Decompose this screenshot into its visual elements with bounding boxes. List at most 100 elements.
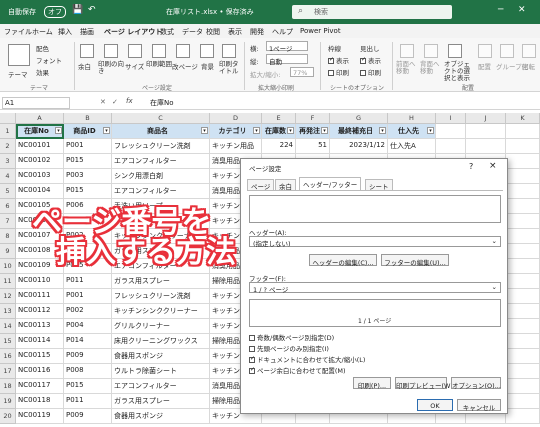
filter-dropdown-icon[interactable]: ▾ bbox=[427, 127, 434, 134]
empty-cell[interactable] bbox=[506, 394, 540, 409]
table-cell[interactable]: P008 bbox=[64, 364, 112, 379]
table-cell[interactable]: P002 bbox=[64, 304, 112, 319]
table-cell[interactable]: フレッシュクリーン洗剤 bbox=[112, 139, 210, 154]
orientation-button[interactable]: 印刷の向き bbox=[98, 61, 128, 75]
table-header-cell[interactable]: 商品名 ▾ bbox=[112, 124, 210, 139]
column-header-e[interactable]: E bbox=[262, 113, 296, 124]
print-preview-button[interactable]: 印刷プレビュー(W) bbox=[395, 377, 453, 390]
empty-cell[interactable] bbox=[436, 139, 466, 154]
table-cell[interactable]: エアコンフィルター bbox=[112, 184, 210, 199]
column-header-d[interactable]: D bbox=[210, 113, 262, 124]
table-cell[interactable]: 仕入先A bbox=[388, 139, 436, 154]
table-cell[interactable]: P009 bbox=[64, 349, 112, 364]
align-margins-checkbox[interactable]: ページ余白に合わせて配置(M) bbox=[249, 365, 346, 375]
filter-dropdown-icon[interactable]: ▾ bbox=[201, 127, 208, 134]
send-backward-button[interactable]: 背面へ移動 bbox=[420, 61, 442, 75]
tab-formulas[interactable]: 数式 bbox=[160, 27, 174, 37]
table-cell[interactable]: NC00119 bbox=[16, 409, 64, 424]
table-cell[interactable]: P015 bbox=[64, 184, 112, 199]
gridlines-view-checkbox[interactable]: 表示 bbox=[328, 55, 349, 65]
selection-pane-button[interactable]: オブジェクトの選択と表示 bbox=[444, 61, 472, 82]
breaks-icon[interactable] bbox=[176, 44, 190, 58]
tab-draw[interactable]: 描画 bbox=[80, 27, 94, 37]
empty-cell[interactable] bbox=[506, 199, 540, 214]
table-cell[interactable]: P015 bbox=[64, 379, 112, 394]
empty-cell[interactable] bbox=[506, 319, 540, 334]
column-header-j[interactable]: J bbox=[466, 113, 506, 124]
filter-dropdown-icon[interactable]: ▾ bbox=[321, 127, 328, 134]
table-header-cell[interactable]: カテゴリ ▾ bbox=[210, 124, 262, 139]
margins-button[interactable]: 余白 bbox=[78, 61, 91, 71]
cancel-entry-icon[interactable]: ✕ bbox=[100, 98, 106, 106]
table-cell[interactable]: NC00117 bbox=[16, 379, 64, 394]
filter-dropdown-icon[interactable]: ▾ bbox=[253, 127, 260, 134]
column-header-b[interactable]: B bbox=[64, 113, 112, 124]
row-header[interactable]: 12 bbox=[0, 289, 16, 304]
tab-home[interactable]: ホーム bbox=[32, 27, 53, 37]
tab-margins[interactable]: 余白 bbox=[275, 179, 296, 191]
table-cell[interactable]: 51 bbox=[296, 139, 330, 154]
table-header-cell[interactable]: 最終補充日 ▾ bbox=[330, 124, 388, 139]
column-header-h[interactable]: H bbox=[388, 113, 436, 124]
headings-view-checkbox[interactable]: 表示 bbox=[360, 55, 381, 65]
table-header-cell[interactable]: 商品ID ▾ bbox=[64, 124, 112, 139]
print-titles-icon[interactable] bbox=[222, 44, 236, 58]
empty-cell[interactable] bbox=[506, 364, 540, 379]
table-cell[interactable]: シンク用漂白剤 bbox=[112, 169, 210, 184]
table-cell[interactable]: 224 bbox=[262, 139, 296, 154]
scale-input[interactable]: 77% bbox=[290, 67, 314, 77]
empty-cell[interactable] bbox=[506, 409, 540, 424]
tab-review[interactable]: 校閲 bbox=[206, 27, 220, 37]
column-header-a[interactable]: A bbox=[16, 113, 64, 124]
table-cell[interactable]: P004 bbox=[64, 319, 112, 334]
table-cell[interactable]: 床用クリーニングワックス bbox=[112, 334, 210, 349]
selection-pane-icon[interactable] bbox=[448, 44, 462, 58]
select-all-corner[interactable] bbox=[0, 113, 16, 124]
table-header-cell[interactable]: 在庫数 ▾ bbox=[262, 124, 296, 139]
table-cell[interactable]: NC00115 bbox=[16, 349, 64, 364]
help-icon[interactable]: ? bbox=[469, 162, 473, 171]
orientation-icon[interactable] bbox=[104, 44, 118, 58]
table-cell[interactable]: P015 bbox=[64, 154, 112, 169]
theme-button[interactable]: テーマ bbox=[8, 69, 28, 79]
first-page-checkbox[interactable]: 先頭ページのみ別指定(I) bbox=[249, 343, 329, 353]
table-header-cell[interactable]: 在庫No ▾ bbox=[16, 124, 64, 139]
formula-input[interactable]: 在庫No bbox=[150, 98, 174, 108]
empty-cell[interactable] bbox=[506, 169, 540, 184]
empty-cell[interactable] bbox=[506, 124, 540, 139]
empty-cell[interactable] bbox=[466, 139, 506, 154]
footer-select[interactable]: 1 / ? ページ ⌄ bbox=[249, 282, 501, 294]
print-area-icon[interactable] bbox=[152, 44, 166, 58]
tab-insert[interactable]: 挿入 bbox=[58, 27, 72, 37]
table-cell[interactable]: NC00118 bbox=[16, 394, 64, 409]
row-header[interactable]: 6 bbox=[0, 199, 16, 214]
empty-cell[interactable] bbox=[506, 214, 540, 229]
row-header[interactable]: 1 bbox=[0, 124, 16, 139]
row-header[interactable]: 18 bbox=[0, 379, 16, 394]
row-header[interactable]: 3 bbox=[0, 154, 16, 169]
table-cell[interactable]: NC00113 bbox=[16, 319, 64, 334]
print-button[interactable]: 印刷(P)... bbox=[353, 377, 391, 390]
table-cell[interactable]: グリルクリーナー bbox=[112, 319, 210, 334]
table-cell[interactable]: エアコンフィルター bbox=[112, 379, 210, 394]
scale-with-doc-checkbox[interactable]: ドキュメントに合わせて拡大/縮小(L) bbox=[249, 354, 365, 364]
row-header[interactable]: 8 bbox=[0, 229, 16, 244]
table-cell[interactable]: ガラス用スプレー bbox=[112, 274, 210, 289]
tab-data[interactable]: データ bbox=[182, 27, 203, 37]
fonts-button[interactable]: フォント bbox=[36, 55, 62, 65]
empty-cell[interactable] bbox=[506, 274, 540, 289]
ok-button[interactable]: OK bbox=[417, 399, 453, 411]
column-header-k[interactable]: K bbox=[506, 113, 540, 124]
table-cell[interactable]: キッチンシンククリーナー bbox=[112, 304, 210, 319]
align-button[interactable]: 配置 bbox=[478, 61, 491, 71]
tab-view[interactable]: 表示 bbox=[228, 27, 242, 37]
tab-power-pivot[interactable]: Power Pivot bbox=[300, 27, 341, 35]
column-header-f[interactable]: F bbox=[296, 113, 330, 124]
tab-sheet[interactable]: シート bbox=[365, 179, 393, 191]
table-cell[interactable]: キッチン用品 bbox=[210, 139, 262, 154]
table-cell[interactable]: P001 bbox=[64, 289, 112, 304]
row-header[interactable]: 17 bbox=[0, 364, 16, 379]
tab-help[interactable]: ヘルプ bbox=[272, 27, 293, 37]
save-icon[interactable]: 💾 bbox=[72, 5, 83, 15]
table-cell[interactable]: ガラス用スプレー bbox=[112, 394, 210, 409]
